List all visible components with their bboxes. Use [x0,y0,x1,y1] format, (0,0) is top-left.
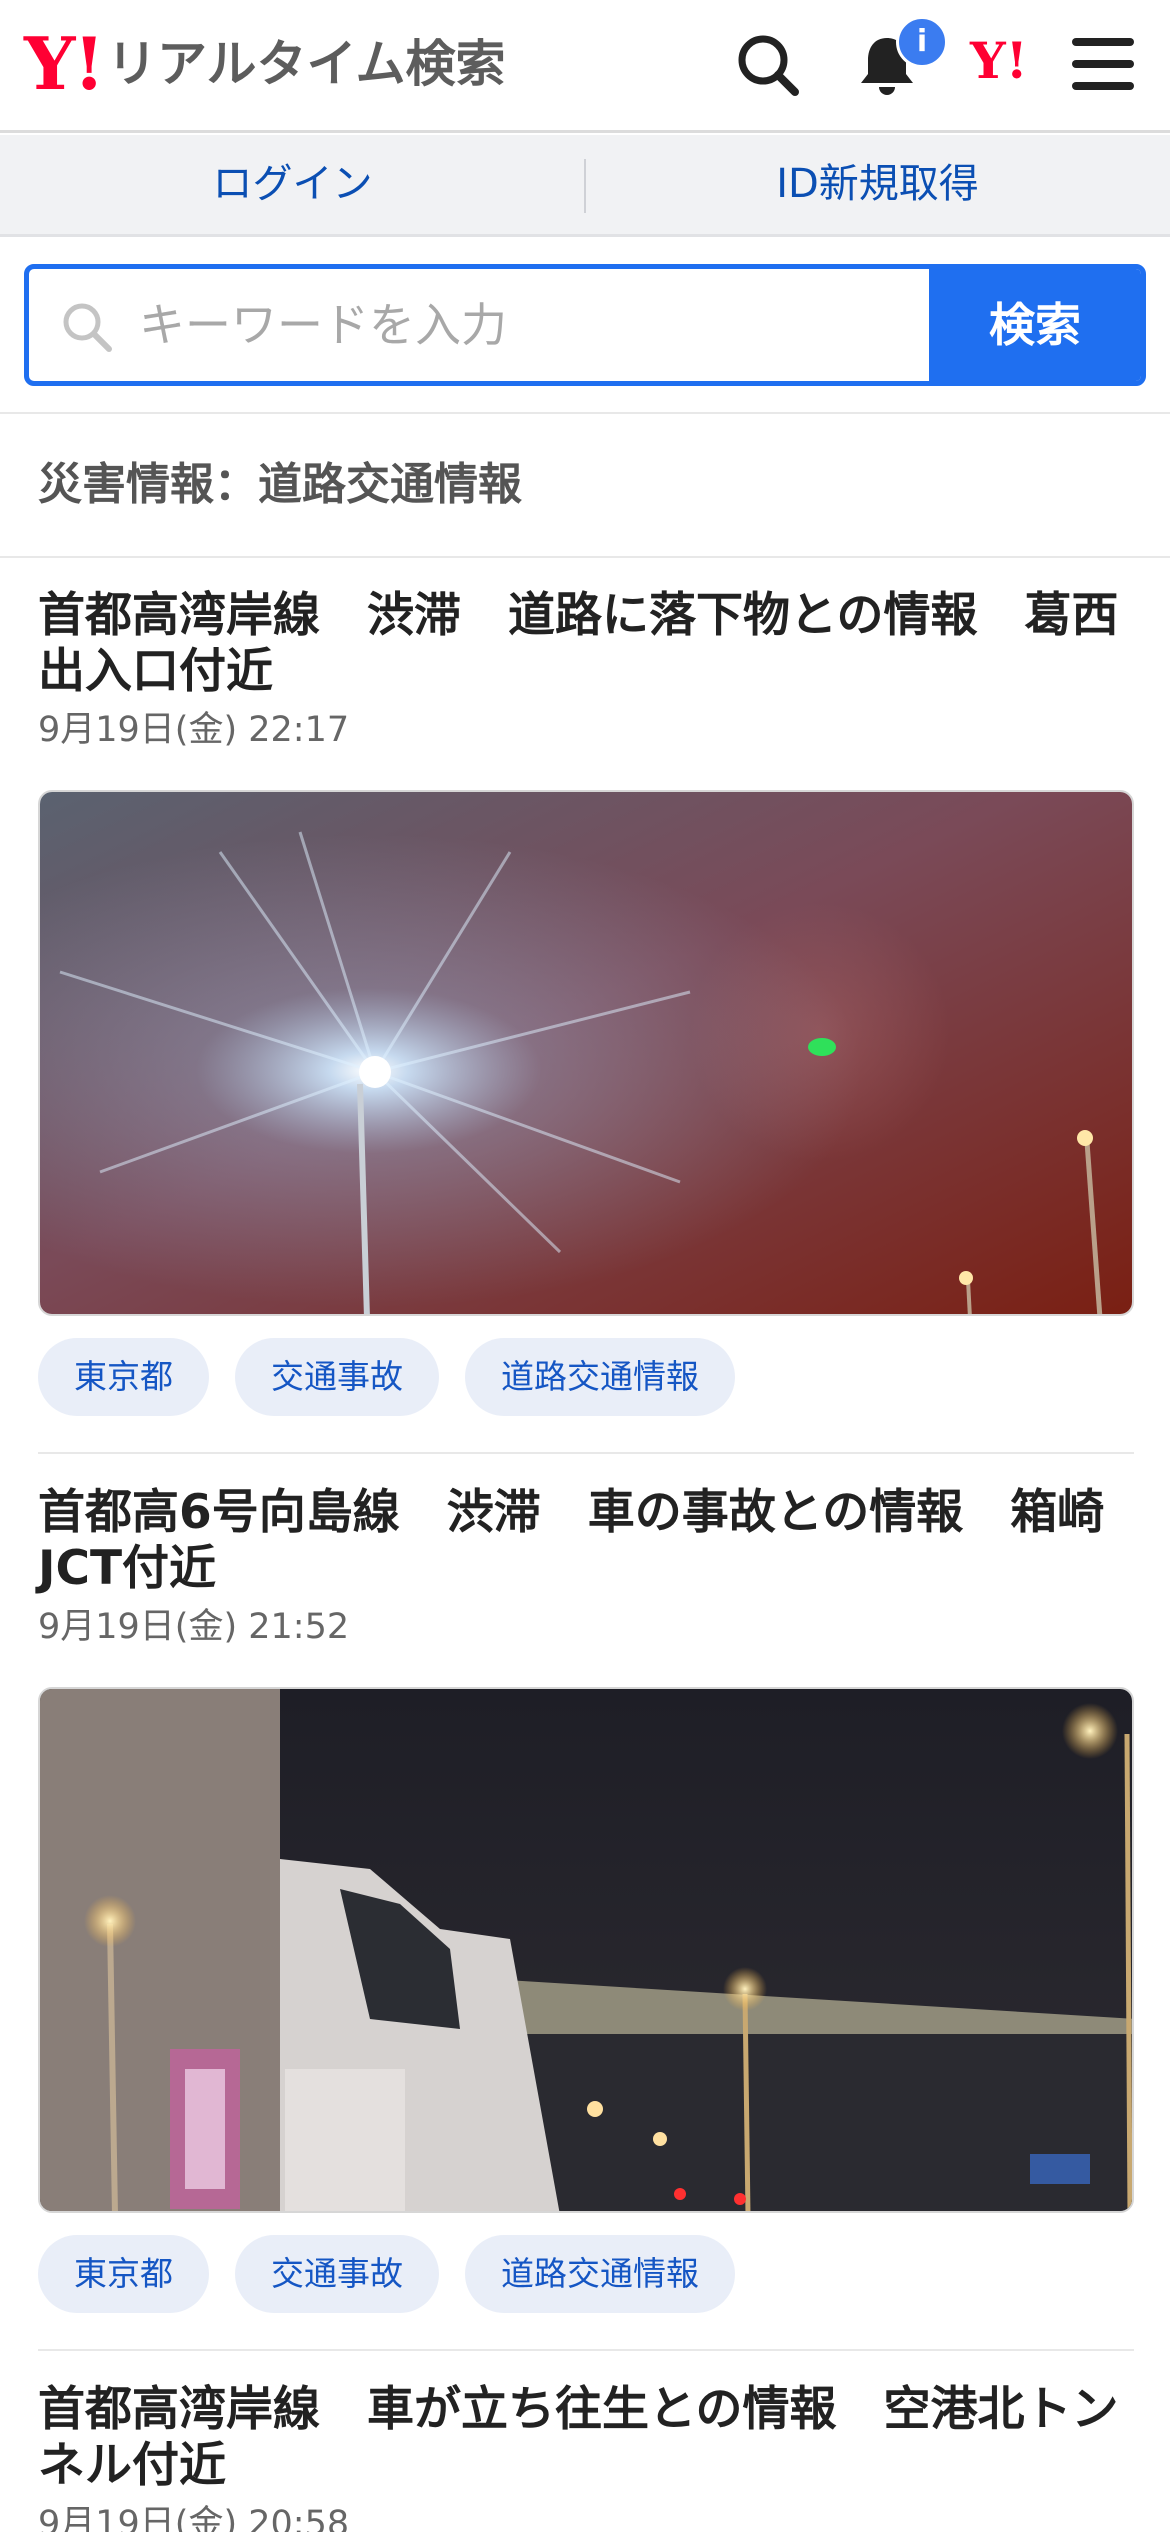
article-title[interactable]: 首都高6号向島線 渋滞 車の事故との情報 箱崎JCT付近 [38,1485,1134,1597]
tag-chip[interactable]: 東京都 [38,1338,209,1416]
tag-list: 東京都 交通事故 道路交通情報 [38,1338,735,1416]
signup-link[interactable]: ID新規取得 [585,135,1170,234]
search-field-icon [63,303,112,352]
divider [0,556,1170,558]
article-image[interactable] [38,1687,1134,2213]
search-button[interactable]: 検索 [929,269,1141,381]
article-title[interactable]: 首都高湾岸線 渋滞 道路に落下物との情報 葛西出入口付近 [38,588,1134,700]
article-timestamp: 9月19日(金) 21:52 [38,1607,350,1647]
article-item[interactable]: 首都高6号向島線 渋滞 車の事故との情報 箱崎JCT付近 9月19日(金) 21… [38,1485,1134,2313]
article-item[interactable]: 首都高湾岸線 車が立ち往生との情報 空港北トンネル付近 9月19日(金) 20:… [38,2382,1134,2532]
yahoo-logo-mark: Y! [24,21,105,106]
article-image[interactable] [38,790,1134,1316]
article-timestamp: 9月19日(金) 20:58 [38,2504,350,2532]
divider [38,2349,1134,2351]
article-title[interactable]: 首都高湾岸線 車が立ち往生との情報 空港北トンネル付近 [38,2382,1134,2494]
yahoo-top-link[interactable]: Y! [970,36,1028,86]
auth-divider [584,159,586,213]
tag-chip[interactable]: 道路交通情報 [465,2235,735,2313]
tag-chip[interactable]: 交通事故 [235,1338,439,1416]
search-box: 検索 [24,264,1146,386]
logo-text: リアルタイム検索 [107,35,506,93]
divider [38,1452,1134,1454]
yahoo-realtime-logo[interactable]: Y! リアルタイム検索 [24,28,506,100]
article-item[interactable]: 首都高湾岸線 渋滞 道路に落下物との情報 葛西出入口付近 9月19日(金) 22… [38,588,1134,1416]
notification-badge[interactable]: i [896,16,948,68]
article-timestamp: 9月19日(金) 22:17 [38,710,350,750]
divider [0,412,1170,414]
auth-bar: ログイン ID新規取得 [0,135,1170,237]
tag-chip[interactable]: 道路交通情報 [465,1338,735,1416]
tag-list: 東京都 交通事故 道路交通情報 [38,2235,735,2313]
section-title: 災害情報：道路交通情報 [38,459,522,510]
tag-chip[interactable]: 交通事故 [235,2235,439,2313]
search-field-wrap [29,269,939,381]
tag-chip[interactable]: 東京都 [38,2235,209,2313]
login-link[interactable]: ログイン [0,135,585,234]
hamburger-menu-icon[interactable] [1070,34,1136,94]
search-icon[interactable] [733,30,803,100]
search-input[interactable] [139,269,939,381]
app-header: Y! リアルタイム検索 i Y! [0,0,1170,133]
